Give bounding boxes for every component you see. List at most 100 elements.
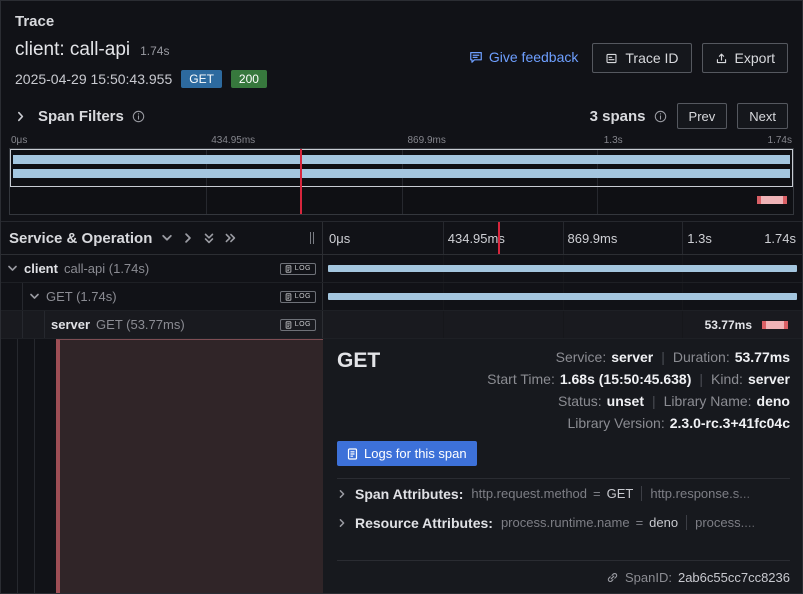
collapse-all-icon[interactable] — [203, 232, 215, 245]
trace-id-button[interactable]: Trace ID — [592, 43, 691, 73]
span-id-label: SpanID: — [625, 570, 672, 585]
kv-label: Service: — [556, 349, 607, 365]
chevron-right-icon — [15, 111, 26, 122]
attr-equals: = — [636, 515, 644, 530]
export-label: Export — [735, 50, 775, 66]
chevron-down-icon[interactable] — [7, 263, 18, 274]
span-operation: GET (1.74s) — [46, 289, 117, 304]
log-chip[interactable]: LOG — [280, 263, 316, 275]
chevron-right-icon — [337, 518, 347, 528]
span-bar-duration-label: 53.77ms — [705, 318, 752, 332]
kv-value: server — [611, 349, 653, 365]
span-attributes-label: Span Attributes: — [355, 486, 463, 502]
log-chip-label: LOG — [295, 293, 311, 300]
span-duration-bar-error[interactable] — [762, 321, 788, 329]
comment-icon — [469, 50, 483, 64]
minimap-viewport[interactable] — [10, 149, 793, 187]
timeline-tick: 869.9ms — [568, 231, 618, 246]
span-duration-bar[interactable] — [328, 293, 797, 300]
span-detail-panel: GET Service: server | Duration: 53.77ms … — [323, 339, 802, 593]
logs-for-span-button[interactable]: Logs for this span — [337, 441, 477, 466]
span-attributes-preview: http.request.method = GET http.response.… — [471, 480, 790, 507]
trace-title-row: client: call-api 1.74s — [15, 39, 267, 61]
span-duration-bar[interactable] — [328, 265, 797, 272]
chevron-down-icon[interactable] — [161, 232, 173, 244]
give-feedback-link[interactable]: Give feedback — [469, 49, 579, 65]
timeline-ticks: 0μs 434.95ms 869.9ms 1.3s 1.74s — [323, 222, 802, 254]
give-feedback-label: Give feedback — [489, 49, 579, 65]
span-bar-cell — [323, 283, 802, 310]
indent-guide — [17, 339, 18, 593]
timeline-cursor-line — [498, 222, 500, 254]
method-badge: GET — [181, 70, 222, 88]
detail-span-title: GET — [337, 349, 380, 373]
kv-value: deno — [757, 393, 790, 409]
kv-value: 1.68s (15:50:45.638) — [560, 371, 692, 387]
span-row-server[interactable]: server GET (53.77ms) LOG 53.77ms — [1, 311, 802, 339]
resource-attributes-label: Resource Attributes: — [355, 515, 493, 531]
minimap-tick: 434.95ms — [211, 135, 255, 146]
span-bar-cell: 53.77ms — [323, 311, 802, 338]
info-icon[interactable] — [654, 110, 667, 123]
minimap-tick: 869.9ms — [408, 135, 446, 146]
kv-label: Duration: — [673, 349, 730, 365]
kv-value: server — [748, 371, 790, 387]
trace-header: client: call-api 1.74s 2025-04-29 15:50:… — [1, 33, 802, 97]
log-chip[interactable]: LOG — [280, 291, 316, 303]
span-service: server — [51, 317, 90, 332]
timeline-gridline — [443, 222, 444, 254]
timeline-gridline — [682, 222, 683, 254]
log-chip[interactable]: LOG — [280, 319, 316, 331]
kv-value: unset — [607, 393, 644, 409]
span-operation: GET (53.77ms) — [96, 317, 185, 332]
trace-minimap: 0μs 434.95ms 869.9ms 1.3s 1.74s — [1, 135, 802, 221]
detail-kv-row: Library Version: 2.3.0-rc.3+41fc04c — [567, 415, 790, 431]
column-resizer-handle[interactable] — [310, 232, 314, 244]
timeline-tick: 0μs — [329, 231, 350, 246]
span-row-get[interactable]: GET (1.74s) LOG — [1, 283, 802, 311]
span-filters-label: Span Filters — [38, 108, 124, 125]
timeline-tick: 1.3s — [687, 231, 712, 246]
detail-indent-gutter — [1, 339, 56, 593]
prev-span-button[interactable]: Prev — [677, 103, 728, 129]
minimap-tick: 0μs — [11, 135, 27, 146]
info-icon[interactable] — [132, 110, 145, 123]
trace-timestamp: 2025-04-29 15:50:43.955 — [15, 71, 172, 87]
span-filters-bar: Span Filters 3 spans Prev Next — [1, 97, 802, 135]
minimap-tick: 1.3s — [604, 135, 623, 146]
timeline-tick: 434.95ms — [448, 231, 505, 246]
attr-value: GET — [607, 486, 634, 501]
attr-equals: = — [593, 486, 601, 501]
minimap-span-bar — [13, 155, 790, 164]
kv-label: Status: — [558, 393, 602, 409]
attr-key: http.request.method — [471, 486, 587, 501]
document-icon — [605, 52, 618, 65]
timeline-gridline — [563, 222, 564, 254]
next-span-button[interactable]: Next — [737, 103, 788, 129]
export-button[interactable]: Export — [702, 43, 788, 73]
attr-key: http.response.s... — [641, 486, 750, 501]
kv-separator: | — [653, 349, 673, 365]
detail-kv-block: Service: server | Duration: 53.77ms Star… — [487, 349, 790, 431]
chevron-down-icon[interactable] — [29, 291, 40, 302]
kv-label: Library Version: — [567, 415, 664, 431]
trace-name: client: call-api — [15, 39, 130, 61]
log-chip-label: LOG — [295, 321, 311, 328]
span-operation: call-api (1.74s) — [64, 261, 149, 276]
span-attributes-toggle[interactable]: Span Attributes: http.request.method = G… — [337, 479, 790, 508]
indent-guide — [7, 311, 23, 338]
timeline-header: Service & Operation 0μs 434.95ms 869.9ms… — [1, 221, 802, 255]
attr-key: process.... — [686, 515, 755, 530]
expand-one-icon[interactable] — [182, 232, 194, 244]
detail-kv-row: Start Time: 1.68s (15:50:45.638) | Kind:… — [487, 371, 790, 387]
link-icon[interactable] — [606, 571, 619, 584]
log-icon — [347, 448, 358, 460]
resource-attributes-toggle[interactable]: Resource Attributes: process.runtime.nam… — [337, 508, 790, 537]
span-row-client[interactable]: client call-api (1.74s) LOG — [1, 255, 802, 283]
span-filters-toggle[interactable]: Span Filters — [15, 108, 145, 125]
span-count: 3 spans — [590, 108, 646, 125]
minimap-canvas[interactable] — [9, 148, 794, 215]
timeline-gridline — [682, 311, 683, 338]
panel-title: Trace — [1, 1, 802, 33]
expand-all-icon[interactable] — [224, 232, 237, 244]
